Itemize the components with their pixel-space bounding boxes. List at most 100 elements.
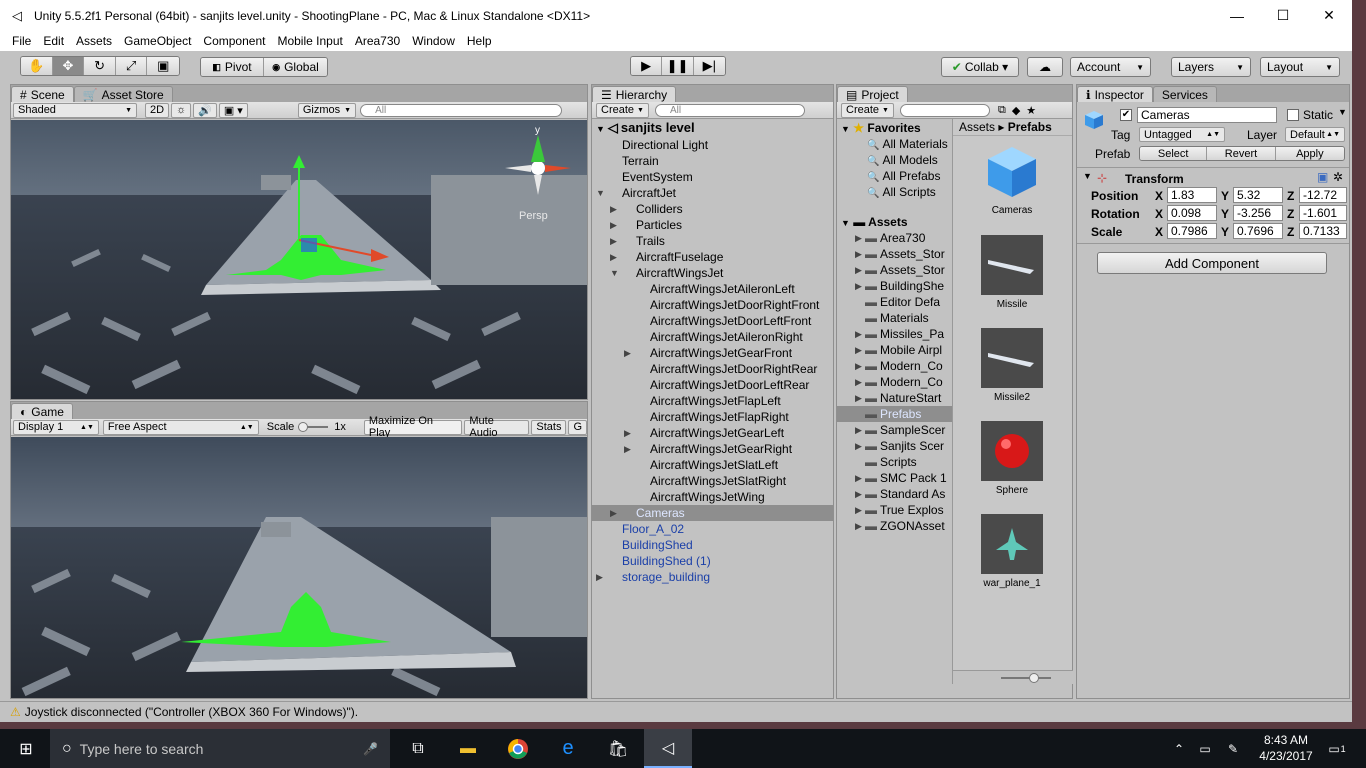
prefab-revert-button[interactable]: Revert bbox=[1207, 147, 1276, 160]
favorite-item[interactable]: 🔍 All Prefabs bbox=[837, 168, 952, 184]
display-dropdown[interactable]: Display 1 ▲▼ bbox=[13, 419, 99, 435]
folder-item[interactable]: ▶ ▬ Assets_Stor bbox=[837, 262, 952, 278]
status-bar[interactable]: ⚠ Joystick disconnected ("Controller (XB… bbox=[0, 701, 1352, 722]
layers-dropdown[interactable]: Layers ▼ bbox=[1171, 57, 1251, 77]
assets-header[interactable]: ▼ ▬ Assets bbox=[837, 214, 952, 230]
mute-audio-toggle[interactable]: Mute Audio bbox=[464, 415, 530, 439]
expand-arrow-icon[interactable]: ▶ bbox=[610, 201, 617, 217]
layer-dropdown[interactable]: Default ▲▼ bbox=[1285, 127, 1345, 142]
help-icon[interactable]: ▣ bbox=[1317, 170, 1328, 184]
add-component-button[interactable]: Add Component bbox=[1097, 252, 1327, 274]
expand-arrow-icon[interactable]: ▶ bbox=[624, 345, 631, 361]
expand-arrow-icon[interactable]: ▶ bbox=[855, 438, 862, 454]
stats-toggle[interactable]: Stats bbox=[531, 419, 567, 435]
hand-tool-icon[interactable]: ✋ bbox=[21, 57, 53, 75]
rect-tool-icon[interactable]: ▣ bbox=[147, 57, 179, 75]
hierarchy-item[interactable]: ▶ Cameras bbox=[592, 505, 833, 521]
expand-arrow-icon[interactable]: ▶ bbox=[855, 422, 862, 438]
pen-icon[interactable]: ✎ bbox=[1222, 729, 1244, 768]
expand-arrow-icon[interactable]: ▶ bbox=[855, 486, 862, 502]
folder-item[interactable]: ▬ Scripts bbox=[837, 454, 952, 470]
hierarchy-item[interactable]: AircraftWingsJetDoorLeftRear bbox=[592, 377, 833, 393]
tag-dropdown[interactable]: Untagged ▲▼ bbox=[1139, 127, 1225, 142]
tab-hierarchy[interactable]: ☰ Hierarchy bbox=[592, 86, 677, 102]
folder-item[interactable]: ▬ Editor Defa bbox=[837, 294, 952, 310]
rotation-x-field[interactable]: 0.098 bbox=[1167, 205, 1217, 221]
menu-window[interactable]: Window bbox=[412, 34, 455, 48]
hierarchy-item[interactable]: Floor_A_02 bbox=[592, 521, 833, 537]
chrome-icon[interactable] bbox=[494, 729, 542, 768]
favorite-item[interactable]: 🔍 All Models bbox=[837, 152, 952, 168]
hierarchy-item[interactable]: ▶ AircraftWingsJetGearRight bbox=[592, 441, 833, 457]
menu-file[interactable]: File bbox=[12, 34, 31, 48]
rotation-y-field[interactable]: -3.256 bbox=[1233, 205, 1283, 221]
hierarchy-item[interactable]: BuildingShed bbox=[592, 537, 833, 553]
expand-arrow-icon[interactable]: ▶ bbox=[855, 278, 862, 294]
scale-y-field[interactable]: 0.7696 bbox=[1233, 223, 1283, 239]
audio-toggle-icon[interactable]: 🔊 bbox=[193, 102, 217, 118]
cloud-button[interactable]: ☁ bbox=[1027, 57, 1063, 77]
hierarchy-item[interactable]: BuildingShed (1) bbox=[592, 553, 833, 569]
slider-thumb[interactable] bbox=[1029, 673, 1039, 683]
maximize-button[interactable]: ☐ bbox=[1260, 0, 1306, 31]
play-icon[interactable]: ▶ bbox=[631, 57, 663, 75]
windows-start-icon[interactable]: ⊞ bbox=[2, 729, 50, 768]
folder-item[interactable]: ▬ Prefabs bbox=[837, 406, 952, 422]
hierarchy-item[interactable]: AircraftWingsJetSlatRight bbox=[592, 473, 833, 489]
folder-item[interactable]: ▶ ▬ Missiles_Pa bbox=[837, 326, 952, 342]
expand-arrow-icon[interactable]: ▶ bbox=[855, 390, 862, 406]
folder-item[interactable]: ▶ ▬ BuildingShe bbox=[837, 278, 952, 294]
rotation-z-field[interactable]: -1.601 bbox=[1299, 205, 1347, 221]
position-y-field[interactable]: 5.32 bbox=[1233, 187, 1283, 203]
hierarchy-create-dropdown[interactable]: Create ▼ bbox=[596, 102, 649, 118]
folder-item[interactable]: ▶ ▬ Mobile Airpl bbox=[837, 342, 952, 358]
lighting-toggle-icon[interactable]: ☼ bbox=[171, 102, 192, 118]
hierarchy-item[interactable]: AircraftWingsJetDoorLeftFront bbox=[592, 313, 833, 329]
expand-arrow-icon[interactable]: ▶ bbox=[855, 246, 862, 262]
expand-arrow-icon[interactable]: ▶ bbox=[855, 230, 862, 246]
scale-z-field[interactable]: 0.7133 bbox=[1299, 223, 1347, 239]
account-dropdown[interactable]: Account ▼ bbox=[1070, 57, 1151, 77]
folder-item[interactable]: ▶ ▬ Sanjits Scer bbox=[837, 438, 952, 454]
hierarchy-item[interactable]: EventSystem bbox=[592, 169, 833, 185]
hierarchy-item[interactable]: ▶ AircraftWingsJetGearFront bbox=[592, 345, 833, 361]
tab-services[interactable]: Services bbox=[1152, 86, 1217, 102]
move-tool-icon[interactable]: ✥ bbox=[52, 57, 85, 75]
store-icon[interactable]: 🛍 bbox=[594, 729, 642, 768]
scale-tool-icon[interactable]: ⤢ bbox=[115, 57, 148, 75]
static-checkbox[interactable] bbox=[1287, 109, 1299, 121]
minimize-button[interactable]: — bbox=[1214, 0, 1260, 31]
scene-viewport[interactable]: y Persp bbox=[11, 120, 587, 399]
maximize-on-play-toggle[interactable]: Maximize On Play bbox=[363, 415, 463, 439]
expand-arrow-icon[interactable]: ▶ bbox=[855, 518, 862, 534]
folder-item[interactable]: ▶ ▬ Assets_Stor bbox=[837, 246, 952, 262]
expand-arrow-icon[interactable]: ▶ bbox=[610, 249, 617, 265]
hierarchy-item[interactable]: ▶ storage_building bbox=[592, 569, 833, 585]
persp-label[interactable]: Persp bbox=[519, 210, 548, 222]
scale-slider-thumb[interactable] bbox=[298, 422, 309, 432]
breadcrumb-assets[interactable]: Assets bbox=[959, 120, 995, 134]
expand-arrow-icon[interactable]: ▶ bbox=[855, 470, 862, 486]
scene-root-row[interactable]: ▼ ◁ sanjits level bbox=[596, 120, 695, 136]
menu-component[interactable]: Component bbox=[203, 34, 265, 48]
folder-item[interactable]: ▬ Materials bbox=[837, 310, 952, 326]
collab-button[interactable]: ✔ Collab ▾ bbox=[941, 57, 1019, 77]
gizmos-dropdown[interactable]: Gizmos ▼ bbox=[297, 102, 357, 118]
position-x-field[interactable]: 1.83 bbox=[1167, 187, 1217, 203]
pause-icon[interactable]: ❚❚ bbox=[662, 57, 694, 75]
expand-arrow-icon[interactable]: ▼ bbox=[610, 265, 619, 281]
active-checkbox[interactable]: ✔ bbox=[1120, 109, 1132, 121]
global-button[interactable]: ◉ Global bbox=[264, 58, 327, 76]
hierarchy-item[interactable]: Directional Light bbox=[592, 137, 833, 153]
expand-arrow-icon[interactable]: ▶ bbox=[610, 233, 617, 249]
folder-item[interactable]: ▶ ▬ Modern_Co bbox=[837, 358, 952, 374]
folder-item[interactable]: ▶ ▬ Modern_Co bbox=[837, 374, 952, 390]
collapse-arrow-icon[interactable]: ▼ bbox=[1083, 171, 1092, 181]
expand-arrow-icon[interactable]: ▶ bbox=[855, 326, 862, 342]
expand-arrow-icon[interactable]: ▶ bbox=[855, 502, 862, 518]
favorites-header[interactable]: ▼ ★ Favorites bbox=[837, 120, 952, 136]
expand-arrow-icon[interactable]: ▼ bbox=[596, 185, 605, 201]
task-view-icon[interactable]: ⧉ bbox=[394, 729, 442, 768]
tab-game[interactable]: ◐ Game bbox=[11, 403, 73, 419]
static-dropdown-icon[interactable]: ▼ bbox=[1338, 107, 1347, 117]
